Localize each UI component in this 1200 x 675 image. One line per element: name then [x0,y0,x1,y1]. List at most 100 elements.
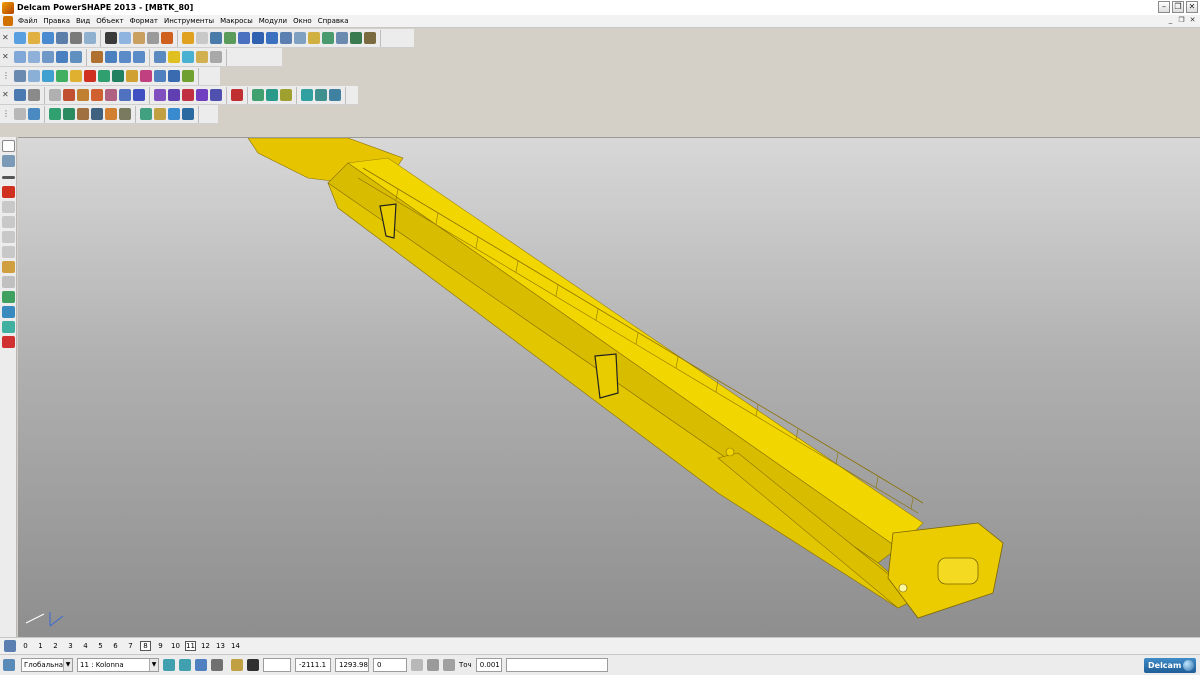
minimize-icon[interactable]: – [1158,1,1170,13]
cone-icon[interactable] [98,70,110,82]
solid-tool-icon[interactable] [2,306,15,318]
hand-icon[interactable] [210,51,222,63]
remove-icon[interactable] [231,89,243,101]
restore-icon[interactable]: ❐ [1172,1,1184,13]
levels-icon[interactable] [4,640,16,652]
trim-icon[interactable] [161,32,173,44]
warning-icon[interactable] [2,186,15,198]
menu-object[interactable]: Объект [93,17,126,25]
solid-select-icon[interactable] [14,89,26,101]
open-folder-icon[interactable] [28,32,40,44]
toolbar-grip-icon[interactable]: ⋮ [2,69,10,83]
level-6[interactable]: 6 [108,642,123,650]
coord-y[interactable]: 1293.98 [335,658,369,672]
document-icon[interactable] [3,16,13,26]
lights-icon[interactable] [196,51,208,63]
pattern-icon[interactable] [196,89,208,101]
feature-icon[interactable] [322,32,334,44]
coord-x[interactable]: -2111.1 [295,658,331,672]
level-2[interactable]: 2 [48,642,63,650]
menu-tools[interactable]: Инструменты [161,17,217,25]
boolean-icon[interactable] [119,89,131,101]
zoom-out-icon[interactable] [133,51,145,63]
level-5[interactable]: 5 [93,642,108,650]
chevron-down-icon[interactable]: ▼ [149,659,158,671]
pan-icon[interactable] [91,51,103,63]
snap-icon[interactable] [231,659,243,671]
export-icon[interactable] [84,32,96,44]
level-7[interactable]: 7 [123,642,138,650]
new-file-icon[interactable] [14,32,26,44]
disabled-icon-3[interactable] [2,231,15,243]
disabled-icon-1[interactable] [2,201,15,213]
doc-restore-icon[interactable]: ❐ [1177,16,1186,25]
zoom-in-icon[interactable] [119,51,131,63]
solid-icon[interactable] [308,32,320,44]
sphere-icon[interactable] [70,70,82,82]
toolbar-close-icon[interactable]: ✕ [2,31,9,45]
thicken-icon[interactable] [280,89,292,101]
edit-icon[interactable] [140,108,152,120]
section-icon[interactable] [329,89,341,101]
list-icon[interactable] [14,70,26,82]
star-icon[interactable] [2,261,15,273]
replace-icon[interactable] [105,108,117,120]
grid-icon[interactable] [119,108,131,120]
disabled-icon-2[interactable] [2,216,15,228]
level-8[interactable]: 8 [140,641,151,651]
print-icon[interactable] [70,32,82,44]
wireframe-icon[interactable] [182,51,194,63]
coord-z[interactable]: 0 [373,658,407,672]
save-icon[interactable] [42,32,54,44]
level-10[interactable]: 10 [168,642,183,650]
split-icon[interactable] [77,108,89,120]
model-icon[interactable] [350,32,362,44]
hole-icon[interactable] [182,89,194,101]
surface-color-icon[interactable] [42,70,54,82]
menu-help[interactable]: Справка [315,17,352,25]
mirror-icon[interactable] [210,89,222,101]
feature-tree-icon[interactable] [63,108,75,120]
arc-icon[interactable] [252,32,264,44]
command-input[interactable] [505,658,608,672]
paste-icon[interactable] [133,32,145,44]
menu-view[interactable]: Вид [73,17,93,25]
paste-level-icon[interactable] [179,659,191,671]
shade-icon[interactable] [168,51,180,63]
surface-tool-icon[interactable] [2,291,15,303]
tolerance-input[interactable]: 0.001 [475,658,502,672]
doc-minimize-icon[interactable]: _ [1166,16,1175,25]
render-icon[interactable] [182,70,194,82]
redo-icon[interactable] [196,32,208,44]
keypad-icon[interactable] [427,659,439,671]
level-settings-icon[interactable] [195,659,207,671]
selection-filter-icon[interactable] [2,155,15,167]
level-0[interactable]: 0 [18,642,33,650]
select-arrow-icon[interactable] [2,140,15,152]
globe-icon[interactable] [154,51,166,63]
assembly-icon[interactable] [336,32,348,44]
mesh-icon[interactable] [2,321,15,333]
menu-file[interactable]: Файл [15,17,40,25]
shell-icon[interactable] [133,89,145,101]
level-1[interactable]: 1 [33,642,48,650]
fill-icon[interactable] [56,70,68,82]
texture-icon[interactable] [168,70,180,82]
disabled-icon-4[interactable] [2,246,15,258]
undo-icon[interactable] [182,32,194,44]
level-14[interactable]: 14 [228,642,243,650]
view-iso2-icon[interactable] [70,51,82,63]
revolve-icon[interactable] [77,89,89,101]
blend-icon[interactable] [154,89,166,101]
direction-icon[interactable] [182,108,194,120]
gear-icon[interactable] [168,108,180,120]
level-select[interactable]: 11 : Kolonna ▼ [77,658,159,672]
copy-level-icon[interactable] [163,659,175,671]
view-iso-icon[interactable] [56,51,68,63]
delete-icon[interactable] [147,32,159,44]
chevron-down-icon[interactable]: ▼ [63,659,72,671]
disabled-tool-icon[interactable] [14,108,26,120]
save-as-icon[interactable] [56,32,68,44]
extrude-icon[interactable] [63,89,75,101]
view-top-icon[interactable] [42,51,54,63]
